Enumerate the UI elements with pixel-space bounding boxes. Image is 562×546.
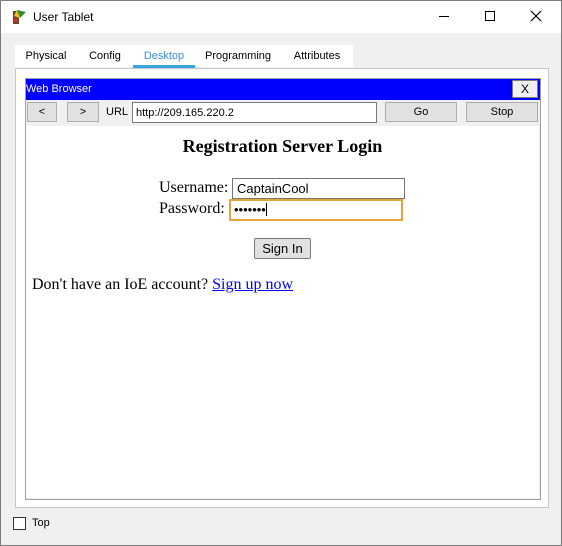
tab-physical[interactable]: Physical xyxy=(15,45,77,67)
minimize-icon xyxy=(438,10,450,25)
back-button[interactable]: < xyxy=(27,102,57,122)
title-bar[interactable]: User Tablet xyxy=(1,1,561,33)
password-masked-value: ••••••• xyxy=(234,202,266,217)
sign-in-button[interactable]: Sign In xyxy=(254,238,311,259)
browser-close-button[interactable]: X xyxy=(512,80,538,98)
close-button[interactable] xyxy=(513,1,559,33)
sign-up-link[interactable]: Sign up now xyxy=(212,276,293,293)
password-field[interactable]: ••••••• xyxy=(229,199,403,221)
username-label: Username: xyxy=(159,179,229,196)
stop-button[interactable]: Stop xyxy=(466,102,538,122)
tab-attributes[interactable]: Attributes xyxy=(281,45,353,67)
close-icon xyxy=(530,10,542,25)
browser-title: Web Browser xyxy=(26,83,92,95)
signup-prompt-line: Don't have an IoE account? Sign up now xyxy=(32,276,293,294)
minimize-button[interactable] xyxy=(421,1,467,33)
url-label: URL xyxy=(106,106,129,118)
top-checkbox[interactable] xyxy=(13,517,26,530)
packet-tracer-device-icon xyxy=(11,9,27,25)
web-page: Registration Server Login Username: Capt… xyxy=(26,126,539,498)
maximize-button[interactable] xyxy=(467,1,513,33)
maximize-icon xyxy=(484,10,496,25)
tab-programming[interactable]: Programming xyxy=(195,45,281,67)
url-input[interactable]: http://209.165.220.2 xyxy=(132,102,377,123)
tab-bar: Physical Config Desktop Programming Attr… xyxy=(15,45,355,69)
text-cursor xyxy=(265,203,267,216)
top-checkbox-label: Top xyxy=(32,517,50,529)
go-button[interactable]: Go xyxy=(385,102,457,122)
password-label: Password: xyxy=(159,200,225,217)
browser-title-bar: Web Browser X xyxy=(26,79,540,100)
window-title: User Tablet xyxy=(33,10,94,24)
app-window: User Tablet Physical Config Desktop Prog… xyxy=(0,0,562,546)
page-title: Registration Server Login xyxy=(182,136,383,156)
tab-desktop[interactable]: Desktop xyxy=(133,45,195,68)
desktop-panel: Web Browser X < > URL http://209.165.220… xyxy=(15,68,549,508)
signup-prompt: Don't have an IoE account? xyxy=(32,276,213,293)
tab-config[interactable]: Config xyxy=(77,45,133,67)
username-field[interactable]: CaptainCool xyxy=(232,178,405,199)
forward-button[interactable]: > xyxy=(67,102,99,122)
web-browser: Web Browser X < > URL http://209.165.220… xyxy=(25,78,541,500)
